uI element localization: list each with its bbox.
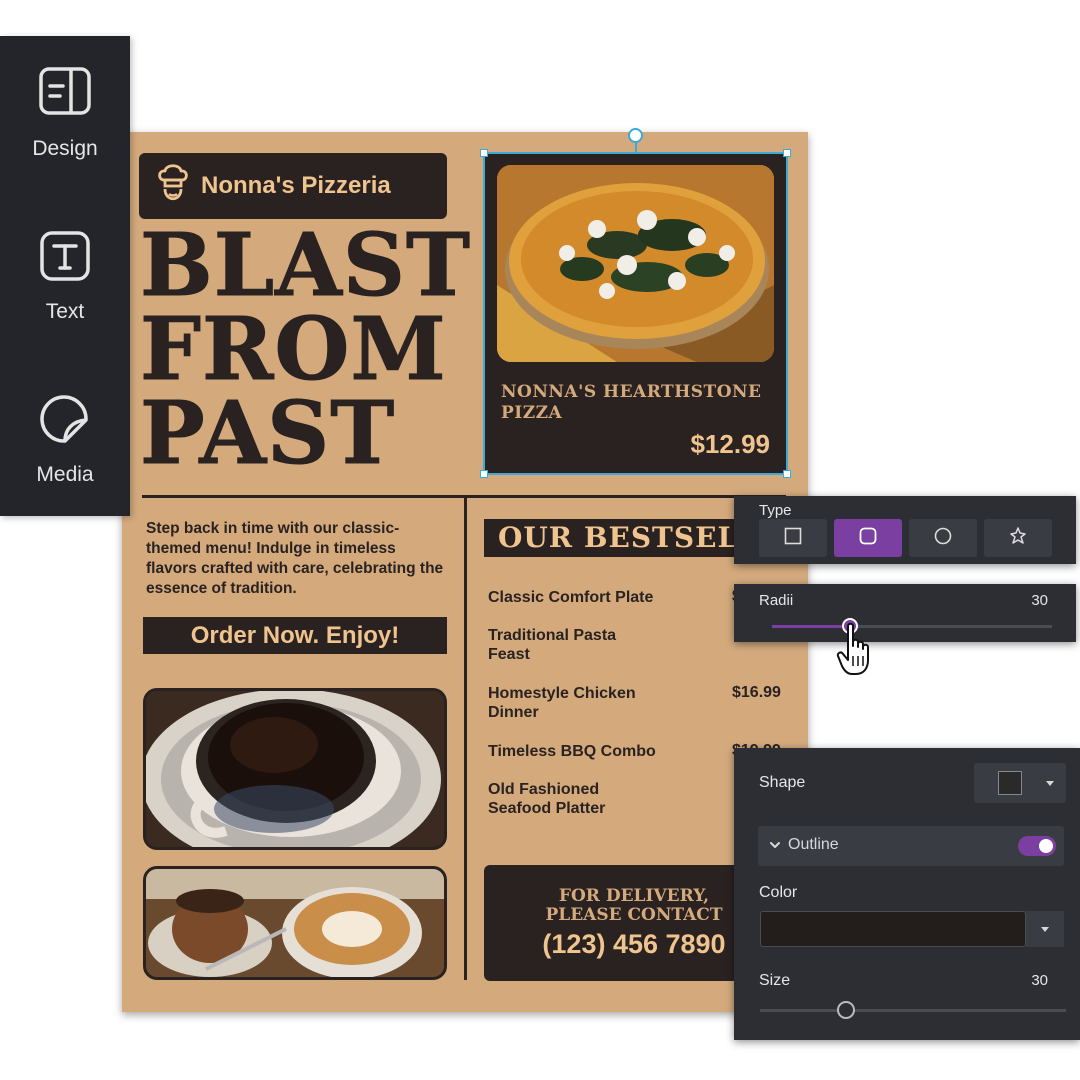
- shape-color-swatch: [998, 771, 1022, 795]
- brand-banner[interactable]: Nonna's Pizzeria: [139, 153, 447, 219]
- shape-label: Shape: [759, 774, 806, 791]
- size-slider-track[interactable]: [760, 1009, 1066, 1012]
- type-label: Type: [759, 502, 792, 519]
- type-option-square[interactable]: [759, 519, 827, 557]
- size-label: Size: [759, 972, 791, 989]
- type-option-rounded-square[interactable]: [834, 519, 902, 557]
- type-panel: Type: [734, 496, 1076, 564]
- outline-color-dropdown[interactable]: [1026, 911, 1064, 947]
- circle-shape-icon: [934, 527, 952, 550]
- sidebar-item-text[interactable]: Text: [0, 229, 130, 349]
- radii-label: Radii: [759, 592, 794, 609]
- headline-line: BLAST: [140, 215, 471, 316]
- featured-item-price: $12.99: [690, 429, 770, 459]
- outline-toggle[interactable]: [1018, 836, 1056, 856]
- pizza-photo[interactable]: [497, 165, 774, 362]
- featured-item-card[interactable]: NONNA'S HEARTHSTONE PIZZA $12.99: [483, 152, 788, 475]
- outline-label: Outline: [788, 836, 839, 853]
- intro-text[interactable]: Step back in time with our classic-theme…: [146, 519, 446, 599]
- type-option-custom[interactable]: [984, 519, 1052, 557]
- menu-item-name[interactable]: Traditional Pasta Feast: [488, 626, 648, 664]
- cake-and-latte-photo[interactable]: [143, 866, 447, 980]
- rotate-connector: [635, 142, 637, 153]
- shape-panel: Shape Outline Color Size 30: [734, 748, 1080, 1040]
- chevron-down-icon: [768, 838, 782, 852]
- order-now-banner[interactable]: Order Now. Enjoy!: [143, 617, 447, 654]
- menu-item-price[interactable]: $16.99: [732, 684, 781, 702]
- size-slider-thumb[interactable]: [836, 1001, 855, 1019]
- text-icon: [38, 229, 92, 288]
- sidebar-label-text: Text: [45, 300, 85, 323]
- menu-item-name[interactable]: Classic Comfort Plate: [488, 588, 678, 607]
- sidebar-label-media: Media: [36, 463, 94, 486]
- design-icon: [38, 66, 92, 125]
- left-sidebar: Design Text Media: [0, 36, 130, 516]
- square-shape-icon: [784, 527, 802, 550]
- headline-line: FROM: [140, 299, 447, 400]
- headline-line: PAST: [140, 383, 396, 484]
- menu-item-name[interactable]: Homestyle Chicken Dinner: [488, 684, 668, 722]
- vertical-divider: [464, 498, 467, 980]
- outline-section-header[interactable]: Outline: [758, 826, 1064, 866]
- media-icon: [38, 392, 92, 451]
- hand-cursor-icon: [836, 622, 878, 678]
- type-option-circle[interactable]: [909, 519, 977, 557]
- headline[interactable]: BLAST FROM PAST: [140, 215, 471, 484]
- coffee-cup-photo[interactable]: [143, 688, 447, 850]
- toggle-knob: [1039, 839, 1053, 853]
- outline-color-field[interactable]: [760, 911, 1026, 947]
- menu-item-name[interactable]: Timeless BBQ Combo: [488, 742, 678, 761]
- sidebar-label-design: Design: [32, 137, 98, 160]
- menu-item-name[interactable]: Old Fashioned Seafood Platter: [488, 780, 648, 818]
- chef-hat-icon: [155, 162, 191, 211]
- brand-name: Nonna's Pizzeria: [201, 172, 391, 199]
- radii-value: 30: [1031, 592, 1048, 609]
- sidebar-item-media[interactable]: Media: [0, 392, 130, 512]
- shape-color-picker[interactable]: [974, 763, 1066, 803]
- editor-canvas: Design Text Media Nonna's Pizzeria BLAST…: [0, 0, 1080, 1080]
- sidebar-item-design[interactable]: Design: [0, 66, 130, 186]
- rotate-handle[interactable]: [628, 128, 643, 143]
- radii-panel: Radii 30: [734, 584, 1076, 642]
- rounded-square-icon: [859, 527, 877, 550]
- color-label: Color: [759, 884, 798, 901]
- chevron-down-icon: [1041, 927, 1049, 932]
- featured-item-name: NONNA'S HEARTHSTONE PIZZA: [501, 382, 762, 423]
- size-value: 30: [1031, 972, 1048, 989]
- custom-shape-icon: [1008, 526, 1028, 551]
- chevron-down-icon: [1046, 781, 1054, 786]
